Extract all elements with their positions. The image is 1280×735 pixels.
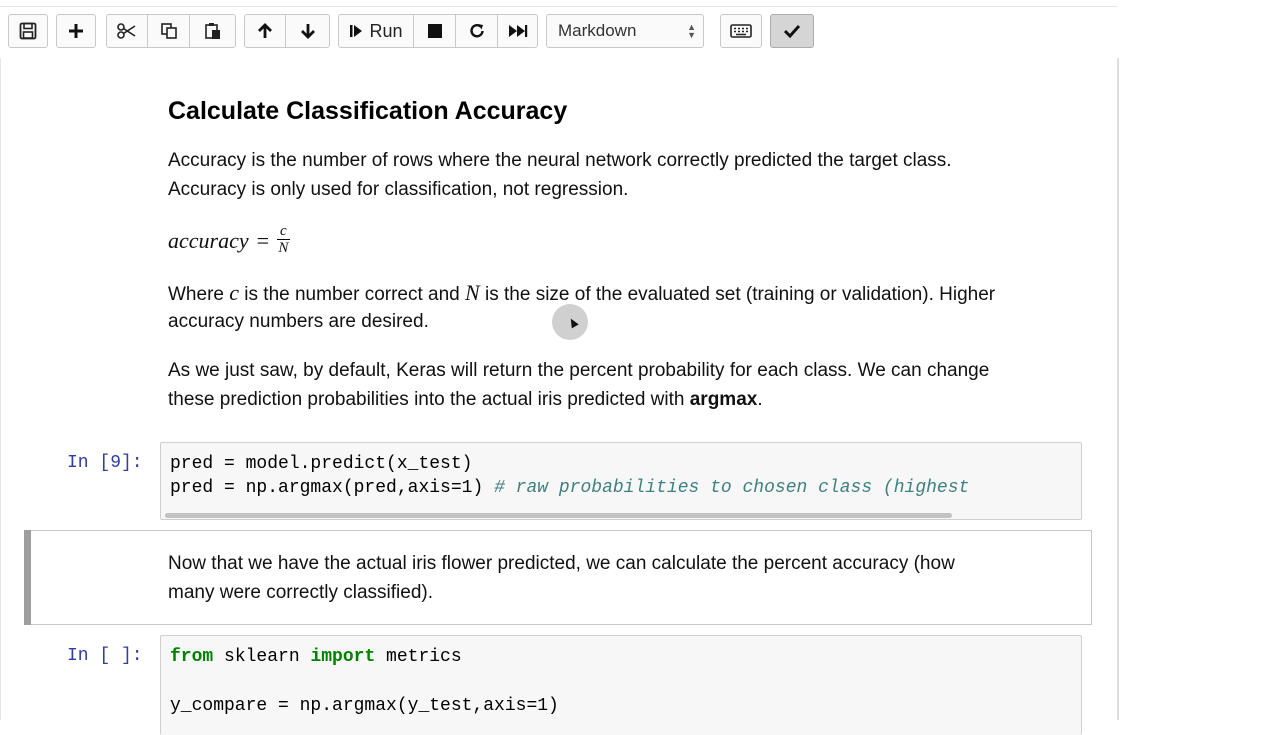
select-arrows-icon: ▲ ▼: [687, 22, 696, 40]
copy-icon: [160, 23, 177, 39]
code-cell-prompt: In [9]:: [67, 453, 143, 473]
formula-numerator: c: [277, 224, 290, 240]
code-cell-prompt: In [ ]:: [67, 646, 143, 666]
code-comment: # raw probabilities to chosen class (hig…: [494, 478, 970, 498]
code-text: pred = np.argmax(pred,axis=1): [170, 478, 495, 498]
formula-lhs: accuracy: [168, 227, 249, 253]
copy-button[interactable]: [148, 14, 190, 48]
formula-denominator: N: [278, 240, 289, 256]
paragraph-keras-line2: these prediction probabilities into the …: [168, 385, 763, 414]
fast-forward-icon: [508, 25, 527, 37]
restart-button[interactable]: [456, 14, 498, 48]
module-name: sklearn: [213, 647, 311, 667]
keras-line2-period: .: [757, 389, 763, 410]
var-c: c: [229, 280, 240, 305]
where-text: Where: [168, 284, 224, 305]
code-line: pred = np.argmax(pred,axis=1) # raw prob…: [170, 478, 969, 498]
clipboard-icon: [204, 23, 220, 39]
arrow-down-icon: [300, 24, 315, 39]
move-down-button[interactable]: [286, 14, 330, 48]
paragraph-where: Where c is the number correct and N is t…: [168, 278, 995, 309]
keyword-from: from: [170, 647, 214, 667]
cell-selection-bar: [24, 530, 31, 625]
move-up-button[interactable]: [244, 14, 286, 48]
code-line: pred = model.predict(x_test): [170, 454, 473, 474]
notebook-toolbar: Run Markdown ▲ ▼: [0, 0, 1118, 58]
horizontal-scrollbar[interactable]: [165, 513, 952, 518]
stop-icon: [427, 24, 442, 38]
insert-cell-button[interactable]: [56, 14, 96, 48]
command-palette-button[interactable]: [720, 14, 762, 48]
code-cell-editor[interactable]: pred = model.predict(x_test) pred = np.a…: [160, 442, 1082, 520]
run-label: Run: [369, 20, 403, 41]
keras-line2-text: these prediction probabilities into the …: [168, 389, 690, 410]
cut-button[interactable]: [106, 14, 148, 48]
code-cell-editor[interactable]: from sklearn import metrics y_compare = …: [160, 635, 1082, 735]
floppy-disk-icon: [19, 22, 37, 40]
refresh-icon: [469, 24, 484, 38]
save-button[interactable]: [8, 14, 48, 48]
where-mid-text: is the number correct and: [244, 284, 460, 305]
var-N: N: [465, 280, 480, 305]
paragraph-keras-line1: As we just saw, by default, Keras will r…: [168, 360, 990, 381]
paragraph-where-line2: accuracy numbers are desired.: [168, 311, 429, 332]
formula-fraction: c N: [277, 224, 290, 257]
step-forward-icon: [350, 25, 363, 37]
validate-button[interactable]: [770, 14, 814, 48]
checkmark-icon: [783, 24, 801, 39]
run-button[interactable]: Run: [338, 14, 414, 48]
keyboard-icon: [730, 24, 752, 38]
toolbar-top-divider: [0, 6, 1118, 7]
accuracy-formula: accuracy = c N: [168, 224, 290, 257]
section-heading: Calculate Classification Accuracy: [168, 97, 568, 125]
restart-run-all-button[interactable]: [498, 14, 538, 48]
code-line: y_compare = np.argmax(y_test,axis=1): [170, 696, 559, 716]
argmax-bold: argmax: [689, 389, 758, 410]
where-tail-text: is the size of the evaluated set (traini…: [485, 284, 996, 305]
formula-equals: =: [256, 227, 270, 253]
cell-type-select[interactable]: Markdown ▲ ▼: [546, 14, 704, 48]
paragraph-accuracy-line2: Accuracy is only used for classification…: [168, 179, 629, 200]
paragraph-predicted-line2: many were correctly classified).: [168, 582, 434, 603]
scissors-icon: [117, 23, 136, 39]
code-line: from sklearn import metrics: [170, 647, 462, 667]
interrupt-button[interactable]: [414, 14, 456, 48]
plus-icon: [69, 24, 83, 38]
scroll-edge: [1118, 58, 1119, 720]
arrow-up-icon: [258, 23, 272, 38]
keyword-import: import: [310, 647, 376, 667]
cell-type-value: Markdown: [558, 21, 637, 40]
paste-button[interactable]: [190, 14, 236, 48]
paragraph-accuracy-line1: Accuracy is the number of rows where the…: [168, 150, 952, 171]
import-name: metrics: [375, 647, 462, 667]
paragraph-predicted-line1: Now that we have the actual iris flower …: [168, 553, 955, 574]
